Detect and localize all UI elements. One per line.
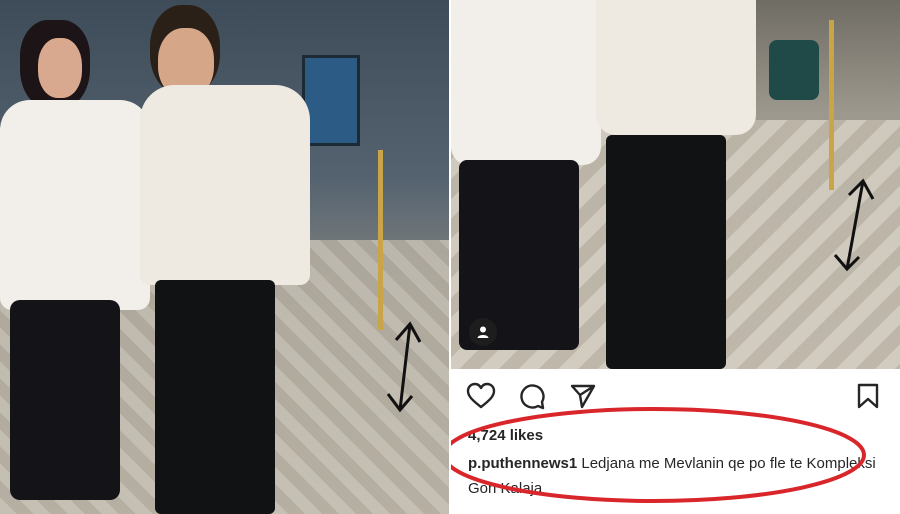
left-photo — [0, 0, 449, 514]
man-pants — [606, 135, 726, 369]
red-annotation-oval — [451, 407, 866, 503]
instagram-post: 4,724 likes p.puthennews1 Ledjana me Mev… — [451, 0, 900, 514]
man-shirt — [596, 0, 756, 135]
man-pants — [155, 280, 275, 514]
background-window — [302, 55, 360, 146]
double-arrow-icon — [386, 321, 422, 413]
background-chair — [769, 40, 819, 100]
gold-pole — [378, 150, 383, 330]
gold-pole — [829, 20, 834, 190]
user-tag-icon[interactable] — [469, 318, 497, 346]
man-shirt — [140, 85, 310, 285]
woman-face — [38, 38, 82, 98]
woman-shirt — [0, 100, 150, 310]
post-photo[interactable] — [451, 0, 900, 369]
woman-shirt — [451, 0, 601, 165]
woman-pants — [10, 300, 120, 500]
double-arrow-icon — [833, 178, 875, 272]
